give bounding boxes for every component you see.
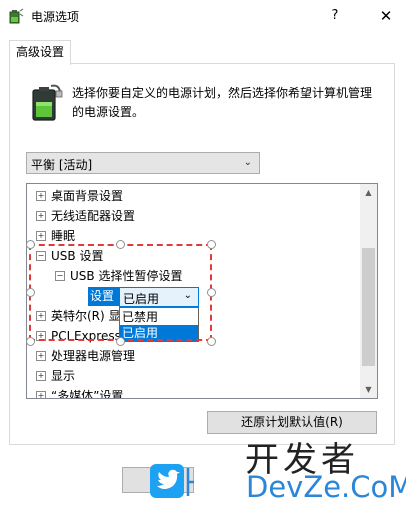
scroll-up-icon[interactable]: ▲ [360, 184, 377, 201]
setting-value: 已启用 [123, 292, 160, 306]
title-bar: 电源选项 ? ✕ [0, 0, 406, 32]
expand-icon[interactable]: + [36, 211, 46, 221]
scroll-down-icon[interactable]: ▼ [360, 381, 377, 398]
help-button[interactable]: ? [320, 0, 350, 32]
expand-icon[interactable]: + [36, 351, 46, 361]
tab-advanced-settings[interactable]: 高级设置 [9, 40, 71, 65]
option-enabled[interactable]: 已启用 [120, 325, 198, 341]
power-plan-select[interactable]: 平衡 [活动] ⌄ [26, 152, 260, 174]
close-button[interactable]: ✕ [366, 0, 406, 32]
annotation-handle [116, 337, 125, 346]
setting-dropdown-list[interactable]: 已禁用 已启用 [119, 307, 199, 342]
description-text: 选择你要自定义的电源计划，然后选择你希望计算机管理的电源设置。 [72, 86, 373, 119]
expand-icon[interactable]: + [36, 391, 46, 398]
tree-item-label: 显示 [51, 369, 76, 383]
setting-value-combobox[interactable]: 已启用 ⌄ [119, 287, 199, 307]
power-plan-value: 平衡 [活动] [31, 158, 93, 172]
option-disabled[interactable]: 已禁用 [120, 309, 198, 325]
expand-icon[interactable]: + [36, 311, 46, 321]
annotation-handle [26, 337, 35, 346]
annotation-handle [116, 240, 125, 249]
chevron-down-icon: ⌄ [243, 157, 252, 168]
tree-scrollbar[interactable]: ▲ ▼ [360, 184, 377, 398]
tree-item-label: 桌面背景设置 [51, 189, 124, 203]
tree-item-label: 无线适配器设置 [51, 209, 136, 223]
tree-item-label: 处理器电源管理 [51, 349, 136, 363]
annotation-handle [207, 337, 216, 346]
expand-icon[interactable]: + [36, 231, 46, 241]
collapse-icon[interactable]: − [36, 251, 46, 261]
tree-item-label: USB 设置 [51, 249, 104, 263]
annotation-handle [207, 288, 216, 297]
tree-item-label: “多媒体”设置 [51, 389, 124, 399]
restore-defaults-button[interactable]: 还原计划默认值(R) [207, 411, 377, 434]
tree-item-label: 睡眠 [51, 229, 76, 243]
watermark-bottom-text: DevZe.CoM [246, 470, 406, 504]
scrollbar-thumb[interactable] [362, 248, 375, 366]
annotation-handle [207, 240, 216, 249]
tree-item-label: 英特尔(R) 显 [51, 309, 121, 323]
settings-tree[interactable]: + 桌面背景设置 + 无线适配器设置 + 睡眠 − USB 设置 − USB 选… [26, 183, 378, 399]
tree-item-label: USB 选择性暂停设置 [70, 269, 183, 283]
tree-item-label: PCI Express [51, 329, 121, 343]
chevron-down-icon: ⌄ [183, 290, 192, 301]
expand-icon[interactable]: + [36, 331, 46, 341]
expand-icon[interactable]: + [36, 371, 46, 381]
annotation-handle [26, 240, 35, 249]
twitter-bird-icon [150, 464, 194, 498]
annotation-handle [26, 288, 35, 297]
power-options-icon [9, 8, 24, 24]
battery-plug-icon [32, 84, 63, 121]
collapse-icon[interactable]: − [55, 271, 65, 281]
window-title: 电源选项 [31, 10, 80, 24]
expand-icon[interactable]: + [36, 191, 46, 201]
